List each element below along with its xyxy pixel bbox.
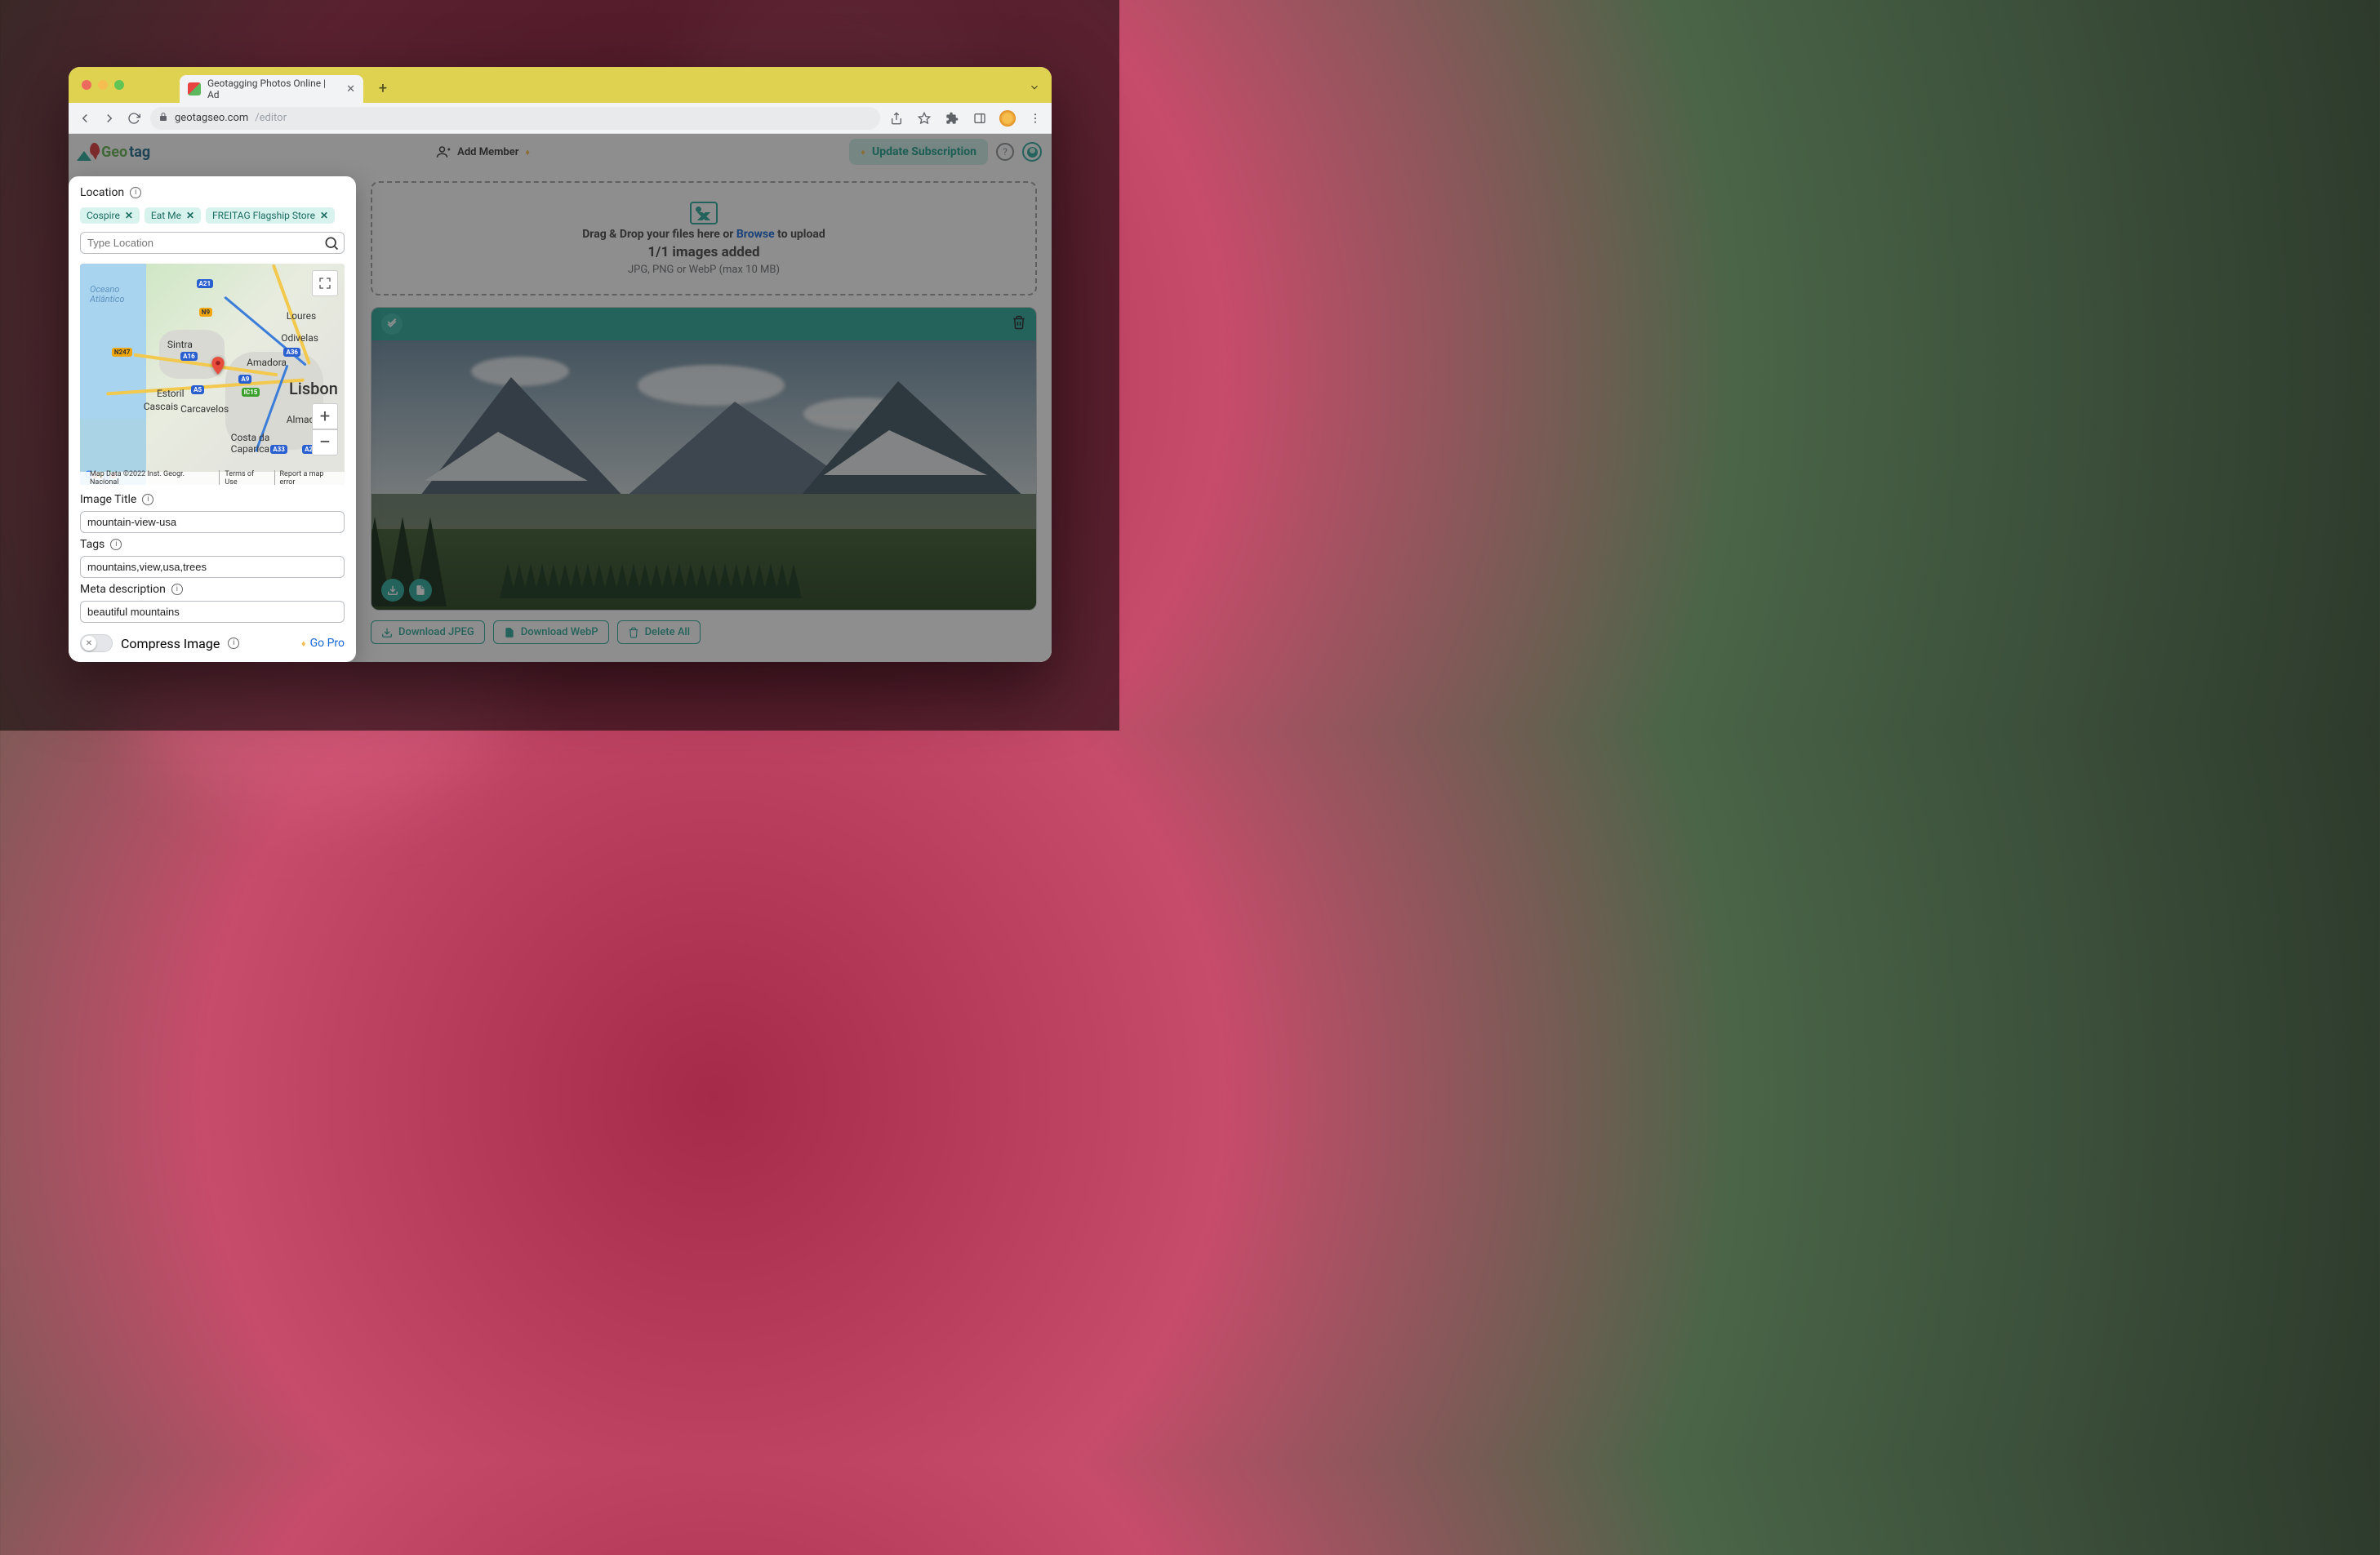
browser-toolbar: geotagseo.com/editor: [69, 103, 1052, 134]
info-icon[interactable]: i: [130, 187, 141, 198]
url-bar[interactable]: geotagseo.com/editor: [150, 107, 880, 130]
profile-avatar-icon[interactable]: [999, 110, 1016, 127]
map-label: Odivelas: [281, 332, 318, 344]
compress-label: Compress Image: [121, 636, 220, 651]
tags-label: Tags: [80, 538, 105, 551]
browser-window: Geotagging Photos Online | Ad ✕ + geotag…: [69, 67, 1052, 662]
tab-overflow-icon[interactable]: [1029, 81, 1040, 96]
info-icon[interactable]: i: [228, 638, 239, 649]
search-icon[interactable]: [323, 235, 340, 255]
chip-remove-icon[interactable]: ✕: [125, 210, 133, 221]
map-label: Sintra: [167, 339, 193, 350]
url-path: /editor: [255, 112, 287, 124]
map-label: Loures: [287, 310, 316, 322]
go-pro-link[interactable]: ♦Go Pro: [301, 637, 345, 650]
forward-icon[interactable]: [101, 110, 118, 127]
chip-remove-icon[interactable]: ✕: [320, 210, 328, 221]
map-zoom-out-button[interactable]: −: [312, 429, 338, 455]
map-label: Carcavelos: [180, 403, 229, 415]
map-label: Lisbon: [289, 379, 338, 398]
menu-dots-icon[interactable]: [1027, 110, 1043, 127]
map[interactable]: Oceano Atlântico Sintra Loures Odivelas …: [80, 264, 345, 485]
tab-title: Geotagging Photos Online | Ad: [207, 78, 340, 100]
tab-strip: Geotagging Photos Online | Ad ✕ +: [69, 67, 1052, 103]
url-host: geotagseo.com: [175, 112, 248, 124]
editor-side-panel: Location i Cospire✕ Eat Me✕ FREITAG Flag…: [69, 176, 356, 662]
maximize-window-icon[interactable]: [114, 80, 124, 90]
map-attribution: Map Data ©2022 Inst. Geogr. Nacional Ter…: [80, 472, 345, 485]
extensions-icon[interactable]: [944, 110, 960, 127]
close-window-icon[interactable]: [82, 80, 91, 90]
app-body: Geotag Add Member ♦ ♦ Update Subscriptio…: [69, 134, 1052, 662]
location-chip[interactable]: Eat Me✕: [145, 207, 201, 224]
map-report-link[interactable]: Report a map error: [274, 470, 340, 485]
browser-tab[interactable]: Geotagging Photos Online | Ad ✕: [180, 75, 363, 103]
sidepanel-icon[interactable]: [972, 110, 988, 127]
road-shield: N9: [199, 308, 212, 317]
lock-icon: [158, 112, 168, 124]
info-icon[interactable]: i: [142, 494, 153, 505]
map-zoom-in-button[interactable]: +: [312, 403, 338, 429]
map-label: Cascais: [144, 401, 178, 412]
location-chip[interactable]: Cospire✕: [80, 207, 140, 224]
window-controls: [75, 67, 131, 103]
map-fullscreen-button[interactable]: [312, 270, 338, 296]
tags-input[interactable]: [80, 556, 345, 578]
road-shield: A21: [197, 279, 214, 288]
image-title-input[interactable]: [80, 511, 345, 533]
road-shield: N247: [112, 348, 132, 357]
new-tab-button[interactable]: +: [371, 77, 394, 100]
location-input[interactable]: [80, 232, 345, 254]
info-icon[interactable]: i: [171, 584, 183, 595]
road-shield: A36: [283, 348, 300, 357]
info-icon[interactable]: i: [110, 539, 122, 550]
share-icon[interactable]: [888, 110, 905, 127]
back-icon[interactable]: [77, 110, 93, 127]
location-chips: Cospire✕ Eat Me✕ FREITAG Flagship Store✕: [80, 207, 345, 224]
map-pin-icon: [207, 352, 225, 370]
road-shield: A16: [180, 352, 198, 361]
bookmark-star-icon[interactable]: [916, 110, 932, 127]
location-label: Location: [80, 186, 124, 199]
compress-toggle[interactable]: ✕: [80, 634, 113, 652]
location-label-row: Location i: [80, 186, 345, 199]
road-shield: A5: [191, 385, 204, 394]
meta-input[interactable]: [80, 601, 345, 623]
reload-icon[interactable]: [126, 110, 142, 127]
location-chip[interactable]: FREITAG Flagship Store✕: [206, 207, 335, 224]
road-shield: A33: [270, 445, 287, 454]
chip-remove-icon[interactable]: ✕: [186, 210, 194, 221]
map-label: Oceano Atlântico: [90, 285, 124, 304]
image-title-label: Image Title: [80, 493, 136, 506]
road-shield: IC15: [242, 388, 260, 397]
map-terms-link[interactable]: Terms of Use: [219, 470, 267, 485]
tab-close-icon[interactable]: ✕: [346, 83, 355, 96]
tab-favicon-icon: [188, 82, 201, 96]
minimize-window-icon[interactable]: [98, 80, 108, 90]
road-shield: A9: [238, 375, 251, 384]
crown-icon: ♦: [301, 638, 306, 649]
map-label: Estoril: [157, 388, 185, 399]
map-label: Costa da Caparica: [231, 432, 270, 455]
meta-label: Meta description: [80, 583, 166, 596]
map-label: Amadora: [247, 357, 287, 368]
